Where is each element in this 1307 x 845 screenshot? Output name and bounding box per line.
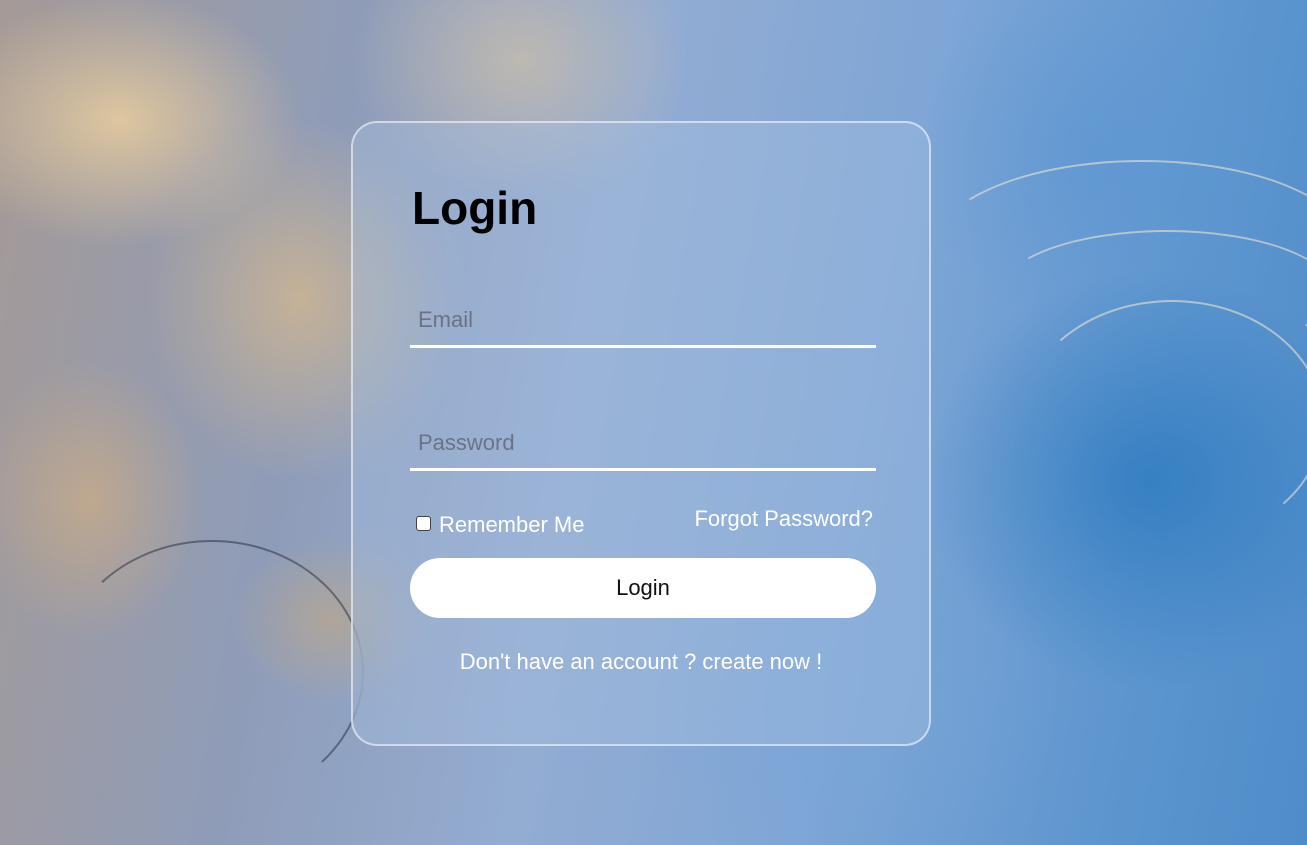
remember-me-checkbox[interactable]: [416, 516, 431, 531]
email-field: [410, 295, 876, 348]
remember-me[interactable]: Remember Me: [416, 509, 584, 538]
background-vein: [1020, 300, 1307, 544]
remember-me-label: Remember Me: [439, 512, 585, 537]
create-account-link[interactable]: Don't have an account ? create now !: [353, 649, 929, 675]
login-card: Login Remember Me Forgot Password? Login…: [351, 121, 931, 746]
email-input[interactable]: [410, 295, 876, 345]
password-input[interactable]: [410, 418, 876, 468]
forgot-password-link[interactable]: Forgot Password?: [694, 506, 873, 532]
login-title: Login: [412, 182, 538, 234]
login-button[interactable]: Login: [410, 558, 876, 618]
background-vein: [60, 540, 364, 804]
password-field: [410, 418, 876, 471]
